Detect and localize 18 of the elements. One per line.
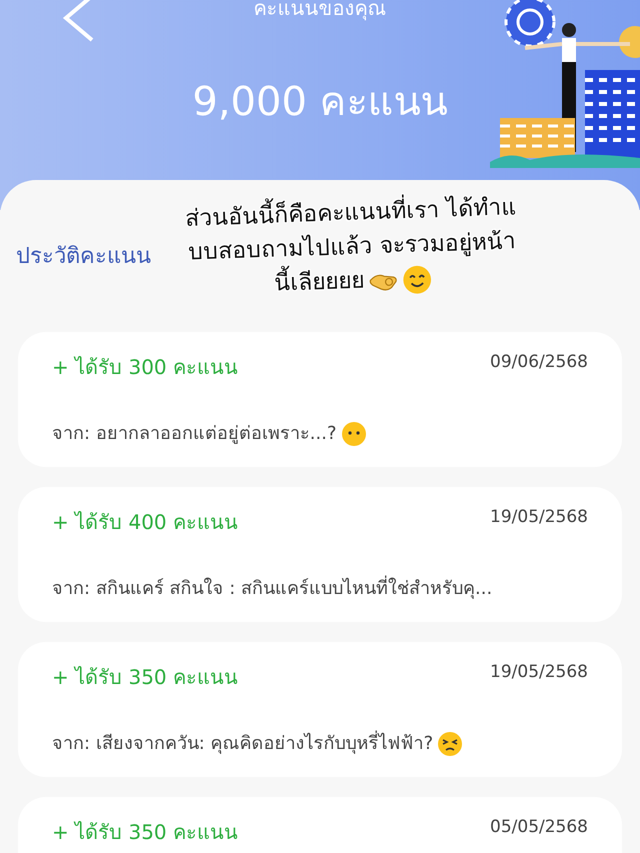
date-label: 05/05/2568 [490, 816, 588, 839]
back-icon [62, 0, 96, 44]
date-label: 09/06/2568 [490, 351, 588, 374]
date-label: 19/05/2568 [490, 661, 588, 684]
points-earned: + ได้รับ 400 คะแนน [52, 509, 238, 536]
history-title: ประวัติคะแนน [16, 243, 151, 271]
total-points: 9,000 คะแนน [192, 82, 448, 122]
date-label: 19/05/2568 [490, 506, 588, 529]
source-text: จาก: เสียงจากควัน: คุณคิดอย่างไรกับบุหรี่ไฟฟ้า? [52, 730, 434, 757]
points-earned: + ได้รับ 350 คะแนน [52, 664, 238, 691]
points-earned: + ได้รับ 300 คะแนน [52, 354, 238, 381]
source-text: จาก: สกินแคร์ สกินใจ : สกินแคร์แบบไหนที่ใช่สำหรับคุ... [52, 575, 492, 602]
smiley-icon [402, 264, 433, 295]
points-earned: + ได้รับ 350 คะแนน [52, 819, 238, 846]
emoji-face-icon [437, 730, 464, 756]
header-title: คะแนนของคุณ [254, 0, 386, 18]
emoji-face-icon [340, 420, 367, 446]
source-text: จาก: อยากลาออกแต่อยู่ต่อเพราะ...? [52, 422, 337, 446]
